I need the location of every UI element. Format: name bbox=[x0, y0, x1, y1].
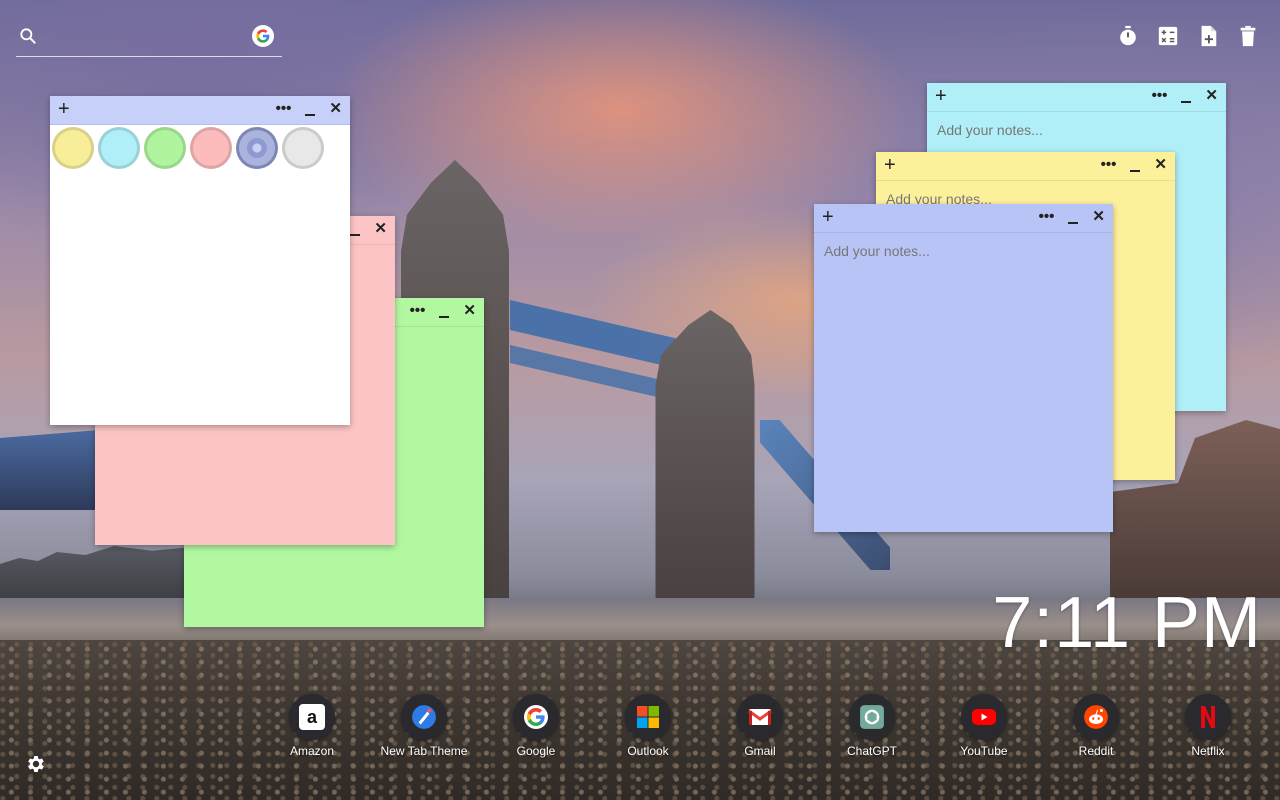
shortcut-label: Amazon bbox=[289, 744, 335, 758]
close-icon[interactable]: ✕ bbox=[329, 100, 342, 118]
shortcut-outlook[interactable]: Outlook bbox=[592, 694, 704, 758]
reddit-icon bbox=[1073, 694, 1119, 740]
shortcut-google[interactable]: Google bbox=[480, 694, 592, 758]
minimize-icon[interactable] bbox=[439, 304, 450, 318]
add-note-icon bbox=[1201, 25, 1217, 47]
color-swatch-blue[interactable] bbox=[98, 127, 140, 169]
netflix-icon bbox=[1185, 694, 1231, 740]
chatgpt-icon bbox=[849, 694, 895, 740]
note-header: + ••• ✕ bbox=[814, 204, 1113, 233]
wallpaper-bridge-left bbox=[0, 430, 100, 510]
timer-icon bbox=[1120, 25, 1136, 46]
minimize-icon[interactable] bbox=[1181, 89, 1192, 103]
shortcut-label: YouTube bbox=[960, 744, 1008, 758]
note-menu-button[interactable]: ••• bbox=[1101, 156, 1117, 174]
shortcut-gmail[interactable]: Gmail bbox=[704, 694, 816, 758]
shortcut-label: Google bbox=[516, 744, 556, 758]
color-swatch-yellow[interactable] bbox=[52, 127, 94, 169]
add-note-icon[interactable]: + bbox=[822, 207, 834, 227]
shortcut-netflix[interactable]: Netflix bbox=[1152, 694, 1264, 758]
shortcut-bar: a Amazon New Tab Theme Google Outlook Gm… bbox=[256, 694, 1264, 758]
shortcut-amazon[interactable]: a Amazon bbox=[256, 694, 368, 758]
close-icon[interactable]: ✕ bbox=[1154, 156, 1167, 174]
add-note-icon[interactable]: + bbox=[884, 155, 896, 175]
color-palette bbox=[50, 125, 350, 171]
color-swatch-green[interactable] bbox=[144, 127, 186, 169]
note-menu-button[interactable]: ••• bbox=[410, 302, 426, 320]
color-swatch-pink[interactable] bbox=[190, 127, 232, 169]
shortcut-label: Reddit bbox=[1078, 744, 1114, 758]
calculator-icon bbox=[1158, 26, 1178, 46]
note-body bbox=[814, 233, 1113, 523]
note-menu-button[interactable]: ••• bbox=[1039, 208, 1055, 226]
clock: 7:11 PM bbox=[992, 583, 1262, 663]
add-note-icon[interactable]: + bbox=[935, 86, 947, 106]
note-header: + ••• ✕ bbox=[927, 83, 1226, 112]
note-textarea[interactable] bbox=[824, 243, 1103, 513]
wallpaper-tower-right bbox=[655, 310, 755, 610]
delete-button[interactable] bbox=[1236, 24, 1260, 48]
minimize-icon[interactable] bbox=[1068, 210, 1079, 224]
settings-button[interactable] bbox=[25, 753, 47, 775]
shortcut-chatgpt[interactable]: ChatGPT bbox=[816, 694, 928, 758]
shortcut-label: ChatGPT bbox=[846, 744, 897, 758]
note-menu-button[interactable]: ••• bbox=[1152, 87, 1168, 105]
sticky-note-white[interactable]: + ••• ✕ bbox=[50, 96, 350, 425]
note-menu-button[interactable]: ••• bbox=[276, 100, 292, 118]
google-icon[interactable] bbox=[252, 25, 274, 47]
shortcut-reddit[interactable]: Reddit bbox=[1040, 694, 1152, 758]
color-swatch-gray[interactable] bbox=[282, 127, 324, 169]
minimize-icon[interactable] bbox=[1130, 158, 1141, 172]
amazon-icon: a bbox=[289, 694, 335, 740]
search-bar bbox=[16, 22, 282, 57]
shortcut-new-tab-theme[interactable]: New Tab Theme bbox=[368, 694, 480, 758]
top-toolbar bbox=[1116, 24, 1260, 48]
outlook-icon bbox=[625, 694, 671, 740]
youtube-icon bbox=[961, 694, 1007, 740]
timer-button[interactable] bbox=[1116, 24, 1140, 48]
color-swatch-periwinkle[interactable] bbox=[236, 127, 278, 169]
search-icon[interactable] bbox=[18, 26, 38, 46]
minimize-icon[interactable] bbox=[350, 222, 361, 236]
minimize-icon[interactable] bbox=[305, 102, 316, 116]
shortcut-label: Gmail bbox=[744, 744, 776, 758]
google-icon bbox=[513, 694, 559, 740]
new-tab-theme-icon bbox=[401, 694, 447, 740]
search-input[interactable] bbox=[50, 26, 254, 52]
close-icon[interactable]: ✕ bbox=[374, 220, 387, 238]
close-icon[interactable]: ✕ bbox=[1205, 87, 1218, 105]
shortcut-label: Outlook bbox=[627, 744, 669, 758]
close-icon[interactable]: ✕ bbox=[1092, 208, 1105, 226]
sticky-note-periwinkle[interactable]: + ••• ✕ bbox=[814, 204, 1113, 532]
note-header: + ••• ✕ bbox=[876, 152, 1175, 181]
shortcut-label: Netflix bbox=[1191, 744, 1225, 758]
trash-icon bbox=[1240, 25, 1256, 47]
note-header: + ••• ✕ bbox=[50, 96, 350, 125]
gmail-icon bbox=[737, 694, 783, 740]
shortcut-youtube[interactable]: YouTube bbox=[928, 694, 1040, 758]
gear-icon bbox=[28, 756, 44, 772]
shortcut-label: New Tab Theme bbox=[380, 744, 468, 758]
add-note-button[interactable] bbox=[1196, 24, 1220, 48]
close-icon[interactable]: ✕ bbox=[463, 302, 476, 320]
add-note-icon[interactable]: + bbox=[58, 99, 70, 119]
calculator-button[interactable] bbox=[1156, 24, 1180, 48]
